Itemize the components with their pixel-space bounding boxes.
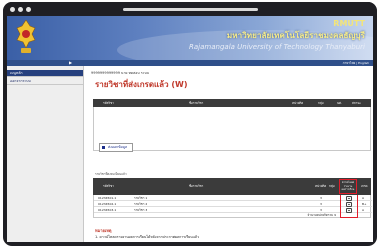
breadcrumb: 9999999999999 นาย ทดสอบ ระบบ bbox=[91, 71, 149, 75]
t1-col-credit: หน่วยกิต bbox=[292, 101, 304, 105]
t2-col-name: ชื่อรายวิชา bbox=[189, 184, 204, 188]
notes-title: หมายเหตุ bbox=[95, 228, 112, 233]
t2-col-credit: หน่วยกิต bbox=[315, 184, 327, 188]
export-icon bbox=[102, 146, 105, 149]
t1-col-status: สถานะ bbox=[352, 101, 361, 105]
table1-body bbox=[93, 107, 371, 151]
total-credits: จำนวนหน่วยกิตรวม 9 bbox=[307, 213, 336, 217]
sidebar-item-logout[interactable]: ออกจากระบบ bbox=[7, 78, 83, 85]
row-name: รายวิชา 3 bbox=[134, 208, 148, 212]
browser-titlebar bbox=[3, 2, 377, 16]
table1-header: รหัสวิชา ชื่อรายวิชา หน่วยกิต กลุ่ม นศ. … bbox=[93, 99, 371, 107]
sidebar-item-main-menu[interactable]: เมนูหลัก bbox=[7, 70, 83, 77]
university-thai-name: มหาวิทยาลัยเทคโนโลยีราชมงคลธัญบุรี bbox=[226, 31, 365, 40]
table2-body: 01234501-1 รายวิชา 1 3 A 01234502-1 รายว… bbox=[93, 195, 372, 218]
download-report-column bbox=[340, 195, 358, 218]
university-logo bbox=[16, 20, 36, 53]
row-grade: A bbox=[362, 208, 365, 212]
table2-caption: รายวิชาที่ลงทะเบียนแล้ว bbox=[95, 172, 127, 176]
zoom-window-dot[interactable] bbox=[26, 7, 31, 12]
sidebar: เมนูหลัก ออกจากระบบ bbox=[7, 66, 84, 242]
notes-text: 1. ดาวน์โหลดรายงานผลการเรียนได้หลังจากปร… bbox=[95, 235, 199, 239]
row-code: 01234503-1 bbox=[98, 208, 117, 212]
t2-col-group: กลุ่ม bbox=[329, 184, 335, 188]
download-report-column-header: ดาวน์โหลด รายงาน ผลการเรียน bbox=[339, 179, 357, 194]
close-window-dot[interactable] bbox=[10, 7, 15, 12]
university-english-name: Rajamangala University of Technology Tha… bbox=[189, 43, 365, 51]
page-title: รายวิชาที่ส่งเกรดแล้ว (W) bbox=[95, 80, 188, 89]
document-icon[interactable] bbox=[346, 201, 352, 207]
t1-col-group: กลุ่ม bbox=[318, 101, 324, 105]
university-banner: RMUTT มหาวิทยาลัยเทคโนโลยีราชมงคลธัญบุรี… bbox=[7, 16, 373, 60]
browser-window: RMUTT มหาวิทยาลัยเทคโนโลยีราชมงคลธัญบุรี… bbox=[3, 2, 377, 246]
t2-col-code: รหัสวิชา bbox=[103, 184, 114, 188]
t1-col-name: ชื่อรายวิชา bbox=[189, 101, 204, 105]
export-button-label: ส่งออกข้อมูล bbox=[108, 145, 128, 149]
main-content: 9999999999999 นาย ทดสอบ ระบบ รายวิชาที่ส… bbox=[87, 66, 373, 242]
t2-col-grade: เกรด bbox=[361, 184, 368, 188]
t1-col-code: รหัสวิชา bbox=[103, 101, 114, 105]
export-button[interactable]: ส่งออกข้อมูล bbox=[99, 143, 133, 152]
t1-col-students: นศ. bbox=[337, 101, 342, 105]
table2-header: รหัสวิชา ชื่อรายวิชา หน่วยกิต กลุ่ม เกรด… bbox=[93, 178, 371, 195]
document-icon[interactable] bbox=[346, 195, 352, 201]
university-short-name: RMUTT bbox=[333, 19, 365, 28]
address-bar[interactable] bbox=[123, 8, 258, 11]
document-icon[interactable] bbox=[346, 207, 352, 213]
web-page: RMUTT มหาวิทยาลัยเทคโนโลยีราชมงคลธัญบุรี… bbox=[7, 16, 373, 242]
minimize-window-dot[interactable] bbox=[18, 7, 23, 12]
